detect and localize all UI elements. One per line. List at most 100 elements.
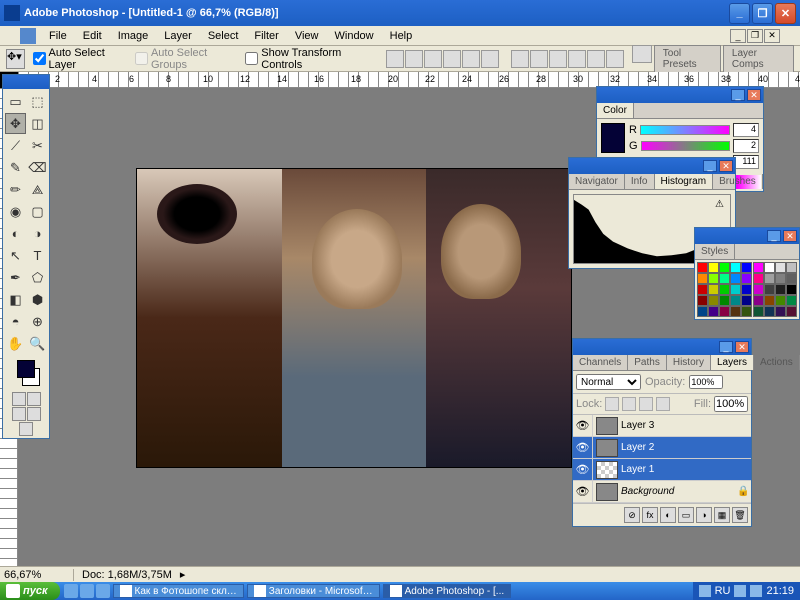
swatch[interactable] <box>741 273 752 284</box>
layer-thumbnail[interactable] <box>596 417 618 435</box>
layer-style-icon[interactable]: fx <box>642 507 658 523</box>
panel-tab-history[interactable]: History <box>667 355 711 370</box>
tool-button[interactable]: ✏ <box>5 179 26 200</box>
visibility-icon[interactable]: 👁 <box>573 459 593 480</box>
status-menu-icon[interactable]: ▸ <box>180 568 186 581</box>
swatch[interactable] <box>775 262 786 273</box>
swatch[interactable] <box>719 273 730 284</box>
visibility-icon[interactable]: 👁 <box>573 437 593 458</box>
tool-button[interactable]: ✒ <box>5 267 26 288</box>
panel-minimize-icon[interactable]: _ <box>731 89 745 101</box>
language-indicator[interactable]: RU <box>715 585 731 597</box>
align-btn[interactable] <box>481 50 499 68</box>
menu-help[interactable]: Help <box>383 28 420 44</box>
swatch[interactable] <box>775 306 786 317</box>
quicklaunch-icon[interactable] <box>64 584 78 598</box>
tray-icon[interactable] <box>699 585 711 597</box>
menu-layer[interactable]: Layer <box>157 28 199 44</box>
new-layer-icon[interactable]: ▦ <box>714 507 730 523</box>
new-group-icon[interactable]: ▭ <box>678 507 694 523</box>
tool-button[interactable]: ◐ <box>5 223 26 244</box>
taskbar-button[interactable]: Заголовки - Microsof… <box>247 584 380 598</box>
swatch[interactable] <box>719 262 730 273</box>
clock[interactable]: 21:19 <box>766 585 794 597</box>
swatch[interactable] <box>786 262 797 273</box>
tool-button[interactable]: 🔍 <box>27 333 48 354</box>
swatch[interactable] <box>708 273 719 284</box>
swatch[interactable] <box>764 262 775 273</box>
menu-file[interactable]: File <box>42 28 74 44</box>
tool-button[interactable]: ⬚ <box>27 91 48 112</box>
panel-close-icon[interactable]: ✕ <box>747 89 761 101</box>
panel-close-icon[interactable]: ✕ <box>783 230 797 242</box>
panel-close-icon[interactable]: ✕ <box>719 160 733 172</box>
tool-button[interactable]: ✥ <box>5 113 26 134</box>
swatch[interactable] <box>741 306 752 317</box>
tool-presets-tab[interactable]: Tool Presets <box>654 45 721 73</box>
swatch[interactable] <box>719 306 730 317</box>
close-button[interactable]: ✕ <box>775 3 796 24</box>
tool-button[interactable]: ◉ <box>5 201 26 222</box>
lock-all-icon[interactable] <box>656 397 670 411</box>
swatch[interactable] <box>719 284 730 295</box>
tool-button[interactable]: ⟁ <box>27 179 48 200</box>
tray-icon[interactable] <box>750 585 762 597</box>
canvas[interactable] <box>136 168 572 468</box>
swatch[interactable] <box>775 284 786 295</box>
menu-image[interactable]: Image <box>111 28 156 44</box>
layer-row[interactable]: 👁Layer 2 <box>573 437 751 459</box>
panel-tab-navigator[interactable]: Navigator <box>569 174 625 189</box>
distribute-btn[interactable] <box>511 50 529 68</box>
fill-input[interactable] <box>714 396 748 412</box>
menu-select[interactable]: Select <box>201 28 246 44</box>
distribute-btn[interactable] <box>568 50 586 68</box>
toolbox-titlebar[interactable] <box>3 75 49 89</box>
layer-row[interactable]: 👁Background🔒 <box>573 481 751 503</box>
swatch[interactable] <box>775 273 786 284</box>
mdi-minimize[interactable]: _ <box>730 29 746 43</box>
color-picker[interactable] <box>3 356 49 390</box>
panel-tab-info[interactable]: Info <box>625 174 655 189</box>
layer-thumbnail[interactable] <box>596 461 618 479</box>
tool-button[interactable]: ◫ <box>27 113 48 134</box>
visibility-icon[interactable]: 👁 <box>573 481 593 502</box>
tool-button[interactable]: T <box>27 245 48 266</box>
layer-mask-icon[interactable]: ◐ <box>660 507 676 523</box>
panel-tab-actions[interactable]: Actions <box>754 355 800 370</box>
lock-transparency-icon[interactable] <box>605 397 619 411</box>
layer-row[interactable]: 👁 Layer 1 <box>573 459 751 481</box>
layer-name[interactable]: Layer 1 <box>621 464 751 475</box>
distribute-btn[interactable] <box>530 50 548 68</box>
swatch[interactable] <box>786 284 797 295</box>
panel-minimize-icon[interactable]: _ <box>767 230 781 242</box>
swatch[interactable] <box>697 306 708 317</box>
align-btn[interactable] <box>386 50 404 68</box>
show-transform-checkbox[interactable]: Show Transform Controls <box>245 47 374 71</box>
lock-image-icon[interactable] <box>622 397 636 411</box>
tool-button[interactable]: ◓ <box>5 311 26 332</box>
link-layers-icon[interactable]: ⊘ <box>624 507 640 523</box>
swatch[interactable] <box>786 273 797 284</box>
tool-button[interactable]: ⌫ <box>27 157 48 178</box>
layer-comps-tab[interactable]: Layer Comps <box>723 45 794 73</box>
swatch[interactable] <box>753 273 764 284</box>
tool-button[interactable]: ◧ <box>5 289 26 310</box>
menu-edit[interactable]: Edit <box>76 28 109 44</box>
tray-icon[interactable] <box>734 585 746 597</box>
swatch[interactable] <box>719 295 730 306</box>
tool-button[interactable]: ⬠ <box>27 267 48 288</box>
minimize-button[interactable]: _ <box>729 3 750 24</box>
tool-button[interactable]: ▭ <box>5 91 26 112</box>
align-btn[interactable] <box>424 50 442 68</box>
zoom-level[interactable]: 66,67% <box>4 569 74 581</box>
panel-tab-paths[interactable]: Paths <box>628 355 667 370</box>
panel-tab-channels[interactable]: Channels <box>573 355 628 370</box>
swatch[interactable] <box>764 284 775 295</box>
align-btn[interactable] <box>443 50 461 68</box>
panel-close-icon[interactable]: ✕ <box>735 341 749 353</box>
menu-view[interactable]: View <box>288 28 326 44</box>
r-slider[interactable] <box>640 125 730 135</box>
layer-thumbnail[interactable] <box>596 439 618 457</box>
swatch[interactable] <box>741 295 752 306</box>
swatch[interactable] <box>730 295 741 306</box>
